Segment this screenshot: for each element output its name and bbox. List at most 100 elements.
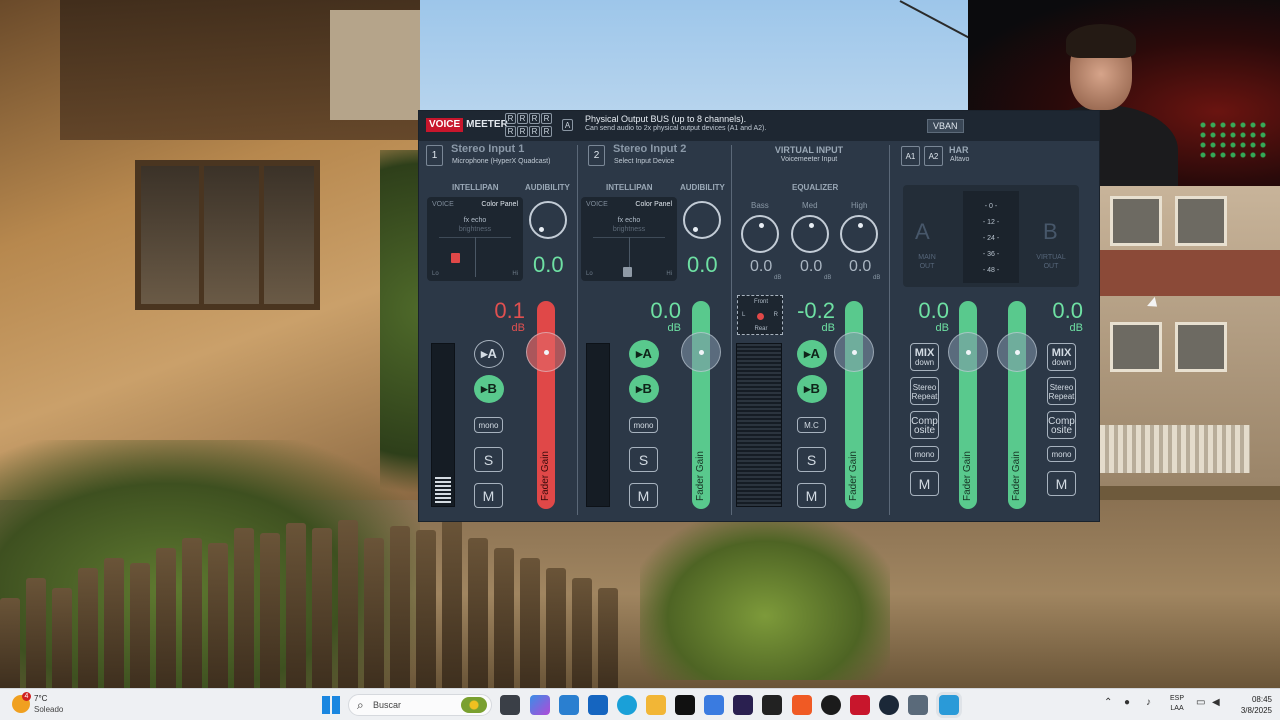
intellipan-cursor[interactable] (451, 253, 460, 263)
file-explorer-icon[interactable] (646, 695, 666, 715)
strip-2-level-meter (586, 343, 610, 507)
store-icon[interactable] (559, 695, 579, 715)
bus-a-gain-value: 0.0 (918, 298, 949, 323)
virtual-bus-a-button[interactable]: ▸A (797, 340, 827, 368)
strip-2-audibility-knob[interactable] (683, 201, 721, 239)
strip-1-mute-button[interactable]: M (474, 483, 503, 508)
strip-2-mute-button[interactable]: M (629, 483, 658, 508)
strip-1-intellipan-panel[interactable]: VOICE Color Panel fx echo brightness Lo … (427, 197, 523, 281)
eq-high-knob[interactable] (840, 215, 878, 253)
strip-1-bus-a-button[interactable]: ▸A (474, 340, 504, 368)
intellipan-cursor[interactable] (623, 267, 632, 277)
photos-icon[interactable] (704, 695, 724, 715)
bus-b-composite-button[interactable]: Comp osite (1047, 411, 1076, 439)
patch-r-button[interactable]: R (529, 113, 540, 124)
patch-r-button[interactable]: R (505, 113, 516, 124)
bus-a-fader-thumb[interactable] (948, 332, 988, 372)
tray-expand-icon[interactable]: ⌃ (1104, 697, 1112, 708)
volume-icon[interactable]: ◀ (1212, 697, 1220, 708)
obs-icon[interactable] (821, 695, 841, 715)
steam-icon[interactable] (879, 695, 899, 715)
search-highlight-icon (461, 697, 487, 713)
patch-r-button[interactable]: R (541, 113, 552, 124)
microphone-icon[interactable]: ♪ (1146, 697, 1151, 708)
eq-med-knob[interactable] (791, 215, 829, 253)
hardware-out-title: HAR (949, 145, 969, 155)
strip-1-audibility-value: 0.0 (533, 252, 564, 277)
strip-2-fader-thumb[interactable] (681, 332, 721, 372)
bus-a-mono-button[interactable]: mono (910, 446, 939, 462)
strip-1-meter-fill (435, 475, 451, 503)
strip-2-intellipan-panel[interactable]: VOICE Color Panel fx echo brightness Lo … (581, 197, 677, 281)
outlook-icon[interactable] (588, 695, 608, 715)
edge-icon[interactable] (617, 695, 637, 715)
wooden-fence (0, 520, 620, 688)
patch-r-button[interactable]: R (517, 126, 528, 137)
bus-b-stereo-repeat-button[interactable]: Stereo Repeat (1047, 377, 1076, 405)
patch-r-button[interactable]: R (541, 126, 552, 137)
virtual-pan-panel[interactable]: Front L R Rear (737, 295, 783, 335)
network-icon[interactable]: ▭ (1196, 697, 1205, 708)
a2-button[interactable]: A2 (924, 146, 943, 166)
eq-high-label: High (851, 201, 868, 210)
bus-b-mixdown-button[interactable]: MIX down (1047, 343, 1076, 371)
virtual-mute-button[interactable]: M (797, 483, 826, 508)
strip-1-fader-thumb[interactable] (526, 332, 566, 372)
voicemeeter-logo: VOICE MEETER (426, 118, 511, 132)
virtual-level-meter (736, 343, 782, 507)
bus-b-mono-button[interactable]: mono (1047, 446, 1076, 462)
virtual-bus-b-button[interactable]: ▸B (797, 375, 827, 403)
patch-r-button[interactable]: R (517, 113, 528, 124)
patch-a-button[interactable]: A (562, 119, 573, 131)
bus-a-composite-button[interactable]: Comp osite (910, 411, 939, 439)
bus-a-mixdown-button[interactable]: MIX down (910, 343, 939, 371)
eq-bass-label: Bass (751, 201, 769, 210)
bus-b-mute-button[interactable]: M (1047, 471, 1076, 496)
patch-r-button[interactable]: R (529, 126, 540, 137)
strip-1-gain-value: 0.1 (494, 298, 525, 323)
a1-button[interactable]: A1 (901, 146, 920, 166)
copilot-icon[interactable] (530, 695, 550, 715)
strip-1-bus-b-button[interactable]: ▸B (474, 375, 504, 403)
task-view-icon[interactable] (500, 695, 520, 715)
strip-1-audibility-knob[interactable] (529, 201, 567, 239)
bus-a-stereo-repeat-button[interactable]: Stereo Repeat (910, 377, 939, 405)
start-menu-icon[interactable] (322, 696, 340, 714)
weather-condition[interactable]: Soleado (34, 705, 63, 714)
strip-1-solo-button[interactable]: S (474, 447, 503, 472)
strip-2-bus-a-button[interactable]: ▸A (629, 340, 659, 368)
strip-2-bus-b-button[interactable]: ▸B (629, 375, 659, 403)
weather-temp[interactable]: 7°C (34, 694, 47, 703)
taskbar-search[interactable]: ⌕ Buscar (348, 694, 492, 716)
voicemeeter-header: VOICE MEETER R R R R R R R R A Physical … (419, 111, 1099, 141)
tray-app-icon[interactable]: ● (1124, 697, 1130, 708)
active-app-icon[interactable] (939, 695, 959, 715)
proton-vpn-icon[interactable] (733, 695, 753, 715)
strip-1-mono-button[interactable]: mono (474, 417, 503, 433)
grass-center (640, 520, 890, 680)
patch-r-buttons: R R R R R R R R (505, 113, 552, 137)
vban-button[interactable]: VBAN (927, 119, 964, 133)
tiktok-icon[interactable] (675, 695, 695, 715)
windows-taskbar: 4 7°C Soleado ⌕ Buscar ⌃ ● ♪ ESP LAA ▭ ◀ … (0, 688, 1280, 720)
mm-app-icon[interactable] (762, 695, 782, 715)
virtual-fader-thumb[interactable] (834, 332, 874, 372)
eq-bass-knob[interactable] (741, 215, 779, 253)
language-indicator[interactable]: ESP LAA (1170, 694, 1184, 714)
patch-r-button[interactable]: R (505, 126, 516, 137)
virtual-mc-button[interactable]: M.C (797, 417, 826, 433)
bus-a-mute-button[interactable]: M (910, 471, 939, 496)
system-clock[interactable]: 08:45 3/8/2025 (1228, 694, 1272, 716)
voicemeeter-taskbar-icon[interactable] (850, 695, 870, 715)
strip-2-solo-button[interactable]: S (629, 447, 658, 472)
pan-cursor[interactable] (757, 313, 764, 320)
virtual-solo-button[interactable]: S (797, 447, 826, 472)
brave-icon[interactable] (792, 695, 812, 715)
eq-med-value: 0.0 (800, 258, 823, 275)
bus-b-fader-thumb[interactable] (997, 332, 1037, 372)
voicemeeter-window: VOICE MEETER R R R R R R R R A Physical … (418, 110, 1100, 522)
game-icon[interactable] (908, 695, 928, 715)
strip-2-mono-button[interactable]: mono (629, 417, 658, 433)
virtual-out-letter: B (1043, 219, 1058, 244)
picket-fence (1100, 425, 1250, 473)
